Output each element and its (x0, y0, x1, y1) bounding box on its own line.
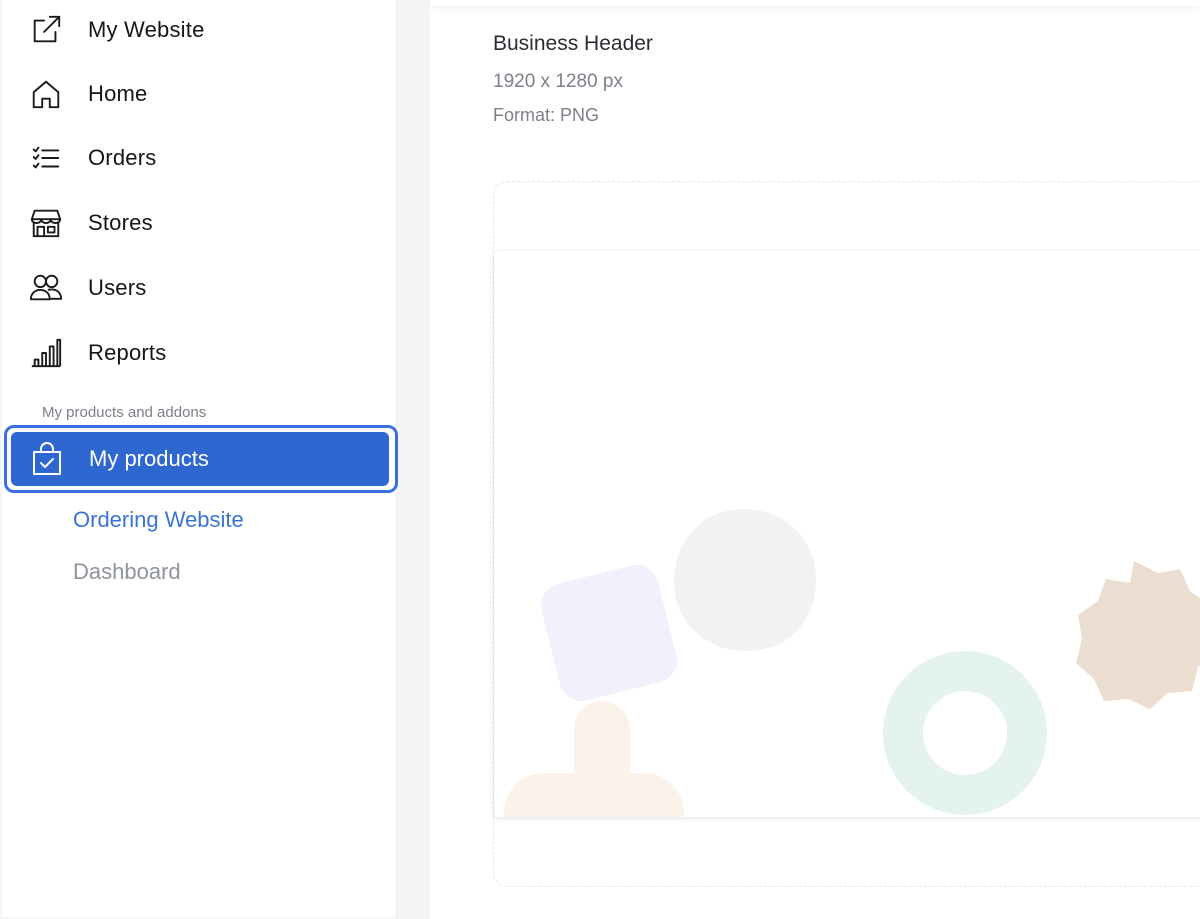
active-item-highlight: My products (11, 432, 389, 486)
sidebar-item-stores[interactable]: Stores (4, 195, 396, 251)
users-icon (28, 270, 64, 306)
sidebar-item-label: My products (89, 446, 209, 471)
sidebar-item-label: Orders (88, 145, 157, 170)
sidebar-item-label: Reports (88, 340, 167, 365)
sidebar-item-home[interactable]: Home (4, 66, 396, 122)
external-link-icon (28, 12, 64, 48)
peach-cross-shape (504, 701, 684, 817)
sidebar-item-my-website[interactable]: My Website (4, 2, 396, 58)
bar-chart-icon (28, 335, 64, 371)
asset-dimensions: 1920 x 1280 px (493, 71, 623, 92)
store-icon (28, 205, 64, 241)
gray-blob-shape (674, 509, 816, 651)
sidebar-item-label: Stores (88, 210, 153, 235)
header-bar (430, 0, 1200, 6)
image-preview: p (494, 251, 1200, 817)
list-icon (28, 140, 64, 176)
asset-format: Format: PNG (493, 105, 600, 125)
shopping-bag-icon (29, 441, 65, 477)
sidebar-item-label: My Website (88, 17, 205, 42)
asset-title: Business Header (493, 32, 653, 55)
preview-text: p (1080, 570, 1093, 595)
sidebar-item-label: Home (88, 81, 148, 106)
subnav-dashboard[interactable]: Dashboard (73, 559, 181, 585)
section-caption: My products and addons (42, 404, 207, 421)
sidebar-item-users[interactable]: Users (4, 260, 396, 316)
tan-badge-shape (1076, 561, 1200, 709)
subnav-ordering-website[interactable]: Ordering Website (73, 507, 244, 533)
sidebar-item-label: Users (88, 275, 147, 300)
main-content: Business Header 1920 x 1280 px Format: P… (430, 0, 1200, 919)
mint-ring-shape (883, 651, 1047, 815)
sidebar-item-my-products[interactable]: My products (4, 425, 398, 493)
lavender-square-shape (540, 564, 678, 702)
sidebar-item-reports[interactable]: Reports (4, 325, 396, 381)
home-icon (28, 76, 64, 112)
sidebar-item-orders[interactable]: Orders (4, 130, 396, 186)
